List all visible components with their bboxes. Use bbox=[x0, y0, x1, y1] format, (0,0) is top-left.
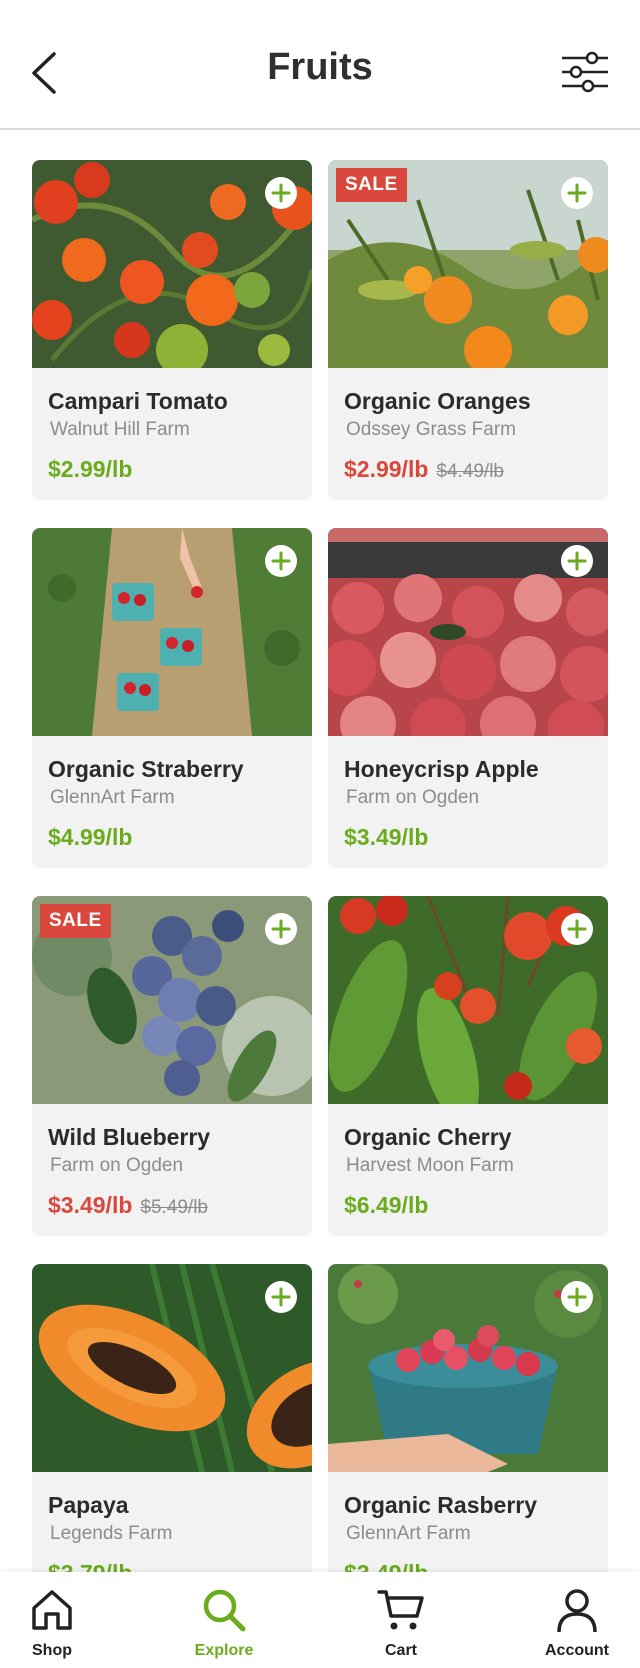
add-to-cart-icon[interactable] bbox=[560, 1280, 594, 1314]
price-row: $4.99/lb bbox=[48, 824, 132, 851]
original-price: $4.49/lb bbox=[436, 461, 505, 482]
tab-label: Shop bbox=[32, 1642, 72, 1659]
product-farm: GlennArt Farm bbox=[50, 787, 175, 808]
add-to-cart-icon[interactable] bbox=[264, 1280, 298, 1314]
product-farm: GlennArt Farm bbox=[346, 1523, 471, 1544]
original-price: $5.49/lb bbox=[140, 1197, 209, 1218]
add-to-cart-icon[interactable] bbox=[560, 912, 594, 946]
tab-label: Explore bbox=[194, 1642, 254, 1659]
price-row: $2.99/lb bbox=[48, 456, 132, 483]
tab-shop[interactable]: Shop bbox=[0, 1572, 112, 1668]
product-price: $3.79/lb bbox=[48, 1560, 132, 1572]
product-farm: Farm on Ogden bbox=[346, 787, 480, 808]
product-name: Organic Cherry bbox=[344, 1124, 512, 1150]
sliders-icon[interactable] bbox=[560, 50, 610, 94]
price-row: $3.49/lb bbox=[344, 1560, 428, 1572]
product-grid: Campari Tomato Walnut Hill Farm $2.99/lb… bbox=[0, 0, 640, 1572]
sale-badge: SALE bbox=[336, 168, 407, 202]
price-row: $3.49/lb bbox=[344, 824, 428, 851]
product-farm: Walnut Hill Farm bbox=[50, 419, 190, 440]
product-farm: Legends Farm bbox=[50, 1523, 173, 1544]
product-name: Honeycrisp Apple bbox=[344, 756, 539, 782]
product-name: Organic Oranges bbox=[344, 388, 531, 414]
product-price: $6.49/lb bbox=[344, 1192, 429, 1218]
product-price: $2.99/lb bbox=[48, 456, 133, 482]
search-icon bbox=[203, 1589, 246, 1632]
product-name: Organic Rasberry bbox=[344, 1492, 538, 1518]
product-card[interactable]: Organic Straberry GlennArt Farm $4.99/lb bbox=[32, 528, 312, 868]
product-card[interactable]: SALE Wild Blueberry Farm on Ogden $3.49/… bbox=[32, 896, 312, 1236]
add-to-cart-icon[interactable] bbox=[560, 176, 594, 210]
user-icon bbox=[557, 1589, 597, 1633]
product-farm: Odssey Grass Farm bbox=[346, 419, 516, 440]
price-row: $3.49/lb $5.49/lb bbox=[48, 1192, 208, 1219]
tab-cart[interactable]: Cart bbox=[341, 1572, 461, 1668]
price-row: $2.99/lb $4.49/lb bbox=[344, 456, 504, 483]
add-to-cart-icon[interactable] bbox=[560, 544, 594, 578]
tab-account[interactable]: Account bbox=[517, 1572, 637, 1668]
product-farm: Farm on Ogden bbox=[50, 1155, 184, 1176]
price-row: $3.79/lb bbox=[48, 1560, 132, 1572]
product-card[interactable]: Honeycrisp Apple Farm on Ogden $3.49/lb bbox=[328, 528, 608, 868]
product-name: Wild Blueberry bbox=[48, 1124, 211, 1150]
product-name: Campari Tomato bbox=[48, 388, 228, 414]
product-card[interactable]: Campari Tomato Walnut Hill Farm $2.99/lb bbox=[32, 160, 312, 500]
product-name: Papaya bbox=[48, 1492, 129, 1518]
bottom-tab-bar: Shop Explore Cart Account bbox=[0, 1572, 640, 1668]
product-card[interactable]: Papaya Legends Farm $3.79/lb bbox=[32, 1264, 312, 1572]
product-farm: Harvest Moon Farm bbox=[346, 1155, 514, 1176]
product-price: $4.99/lb bbox=[48, 824, 133, 850]
product-price: $3.49/lb bbox=[48, 1192, 133, 1218]
home-icon bbox=[32, 1590, 72, 1630]
product-price: $3.49/lb bbox=[344, 824, 429, 850]
product-price: $2.99/lb bbox=[344, 456, 429, 482]
product-name: Organic Straberry bbox=[48, 756, 244, 782]
sale-badge: SALE bbox=[40, 904, 111, 938]
product-card[interactable]: Organic Rasberry GlennArt Farm $3.49/lb bbox=[328, 1264, 608, 1572]
add-to-cart-icon[interactable] bbox=[264, 912, 298, 946]
page-title: Fruits bbox=[267, 46, 373, 88]
tab-label: Account bbox=[545, 1642, 609, 1659]
add-to-cart-icon[interactable] bbox=[264, 176, 298, 210]
app-header: Fruits bbox=[0, 0, 640, 130]
product-card[interactable]: Organic Cherry Harvest Moon Farm $6.49/l… bbox=[328, 896, 608, 1236]
tab-explore[interactable]: Explore bbox=[164, 1572, 284, 1668]
add-to-cart-icon[interactable] bbox=[264, 544, 298, 578]
product-card[interactable]: SALE Organic Oranges Odssey Grass Farm $… bbox=[328, 160, 608, 500]
tab-label: Cart bbox=[384, 1642, 417, 1659]
product-price: $3.49/lb bbox=[344, 1560, 428, 1572]
price-row: $6.49/lb bbox=[344, 1192, 428, 1219]
cart-icon bbox=[377, 1590, 424, 1630]
